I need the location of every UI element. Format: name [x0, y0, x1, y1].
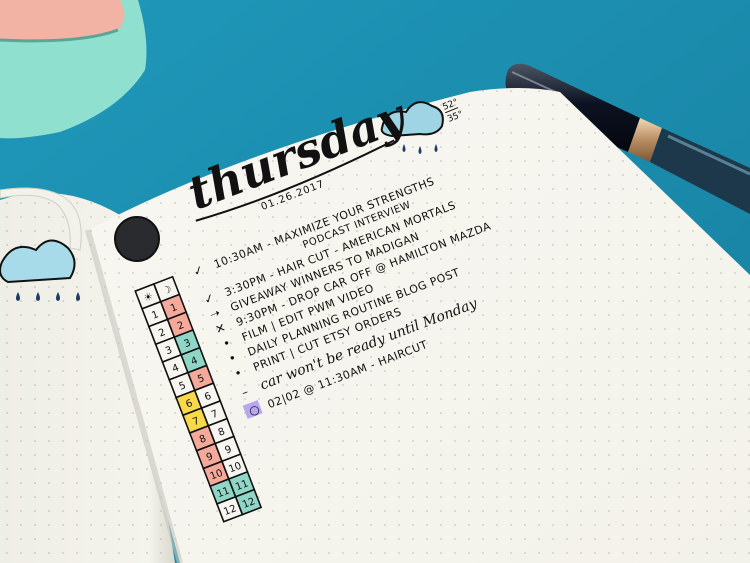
moon-phase-icon — [114, 216, 160, 262]
photo-scene: 52° 35° thursday 01.26.2017 ✓ 10:30AM - … — [0, 0, 750, 563]
